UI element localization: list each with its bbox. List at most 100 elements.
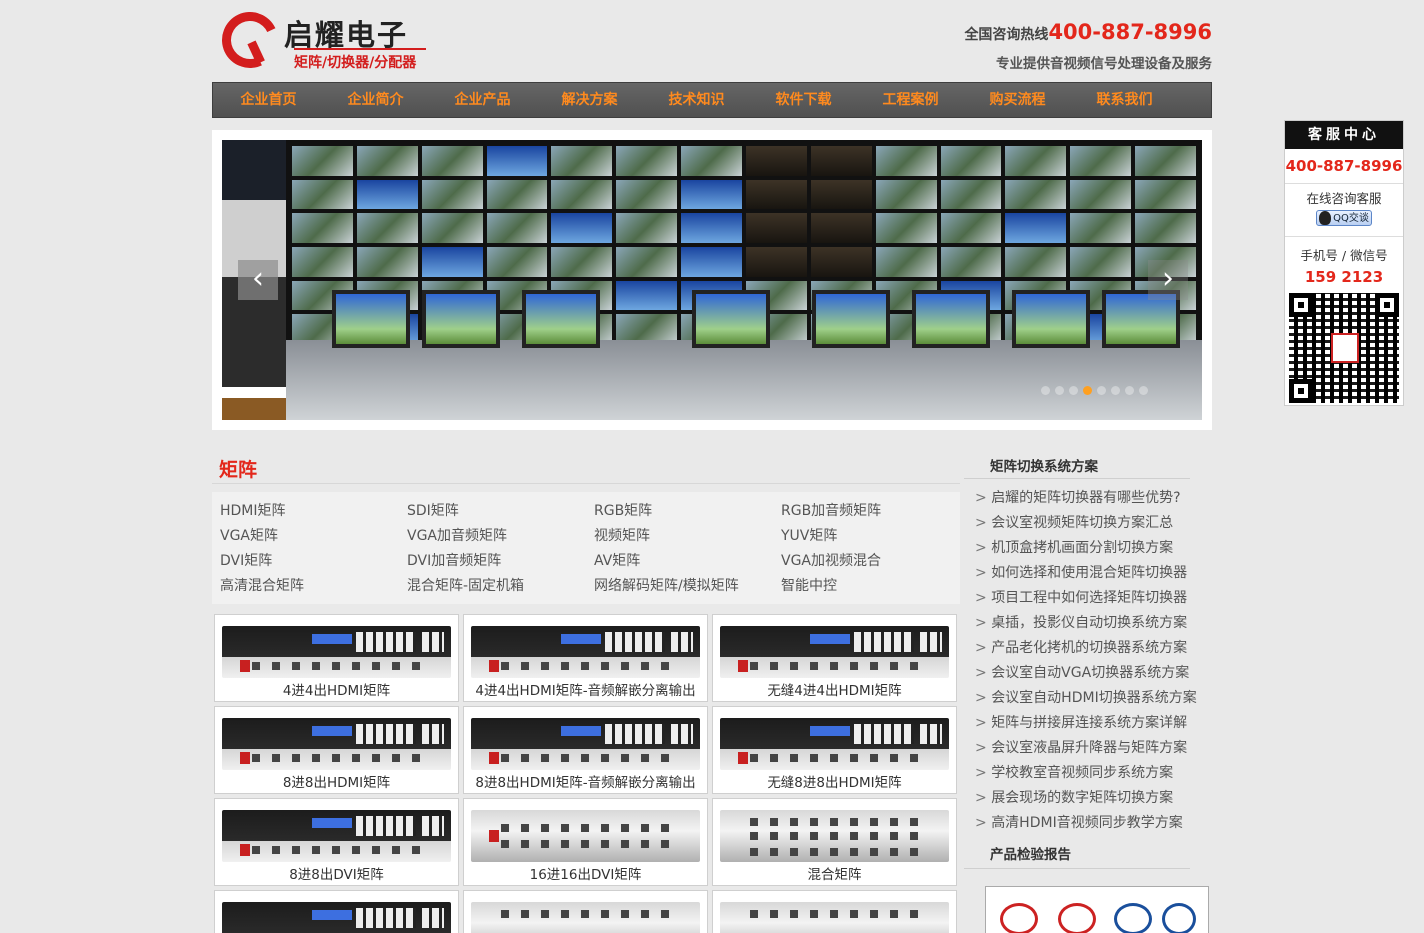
nav-item-knowledge[interactable]: 技术知识 xyxy=(643,83,750,117)
solution-link[interactable]: 会议室视频矩阵切换方案汇总 xyxy=(975,511,1197,536)
product-card[interactable]: 混合矩阵 xyxy=(712,798,957,886)
desk-monitor xyxy=(422,290,500,348)
slider-dot[interactable] xyxy=(1111,386,1120,395)
product-card[interactable]: 8进8出HDMI矩阵 xyxy=(214,706,459,794)
site-logo[interactable]: 启耀电子 矩阵/切换器/分配器 xyxy=(214,4,426,76)
ilac-mra-seal-icon xyxy=(1114,903,1152,933)
slider-dot[interactable] xyxy=(1097,386,1106,395)
solution-link[interactable]: 学校教室音视频同步系统方案 xyxy=(975,761,1197,786)
product-name: 8进8出DVI矩阵 xyxy=(289,867,384,883)
product-grid: 4进4出HDMI矩阵 4进4出HDMI矩阵-音频解嵌分离输出 无缝4进4出HDM… xyxy=(214,614,957,933)
product-card[interactable]: 无缝8进8出HDMI矩阵 xyxy=(712,706,957,794)
solution-link[interactable]: 会议室自动HDMI切换器系统方案 xyxy=(975,686,1197,711)
category-link[interactable]: 视频矩阵 xyxy=(594,527,781,546)
online-consult: 在线咨询客服 QQ交谈 xyxy=(1285,184,1403,226)
qr-finder-icon xyxy=(1375,293,1399,317)
category-link[interactable]: YUV矩阵 xyxy=(781,527,961,546)
slider-dot[interactable] xyxy=(1139,386,1148,395)
desk-monitor xyxy=(812,290,890,348)
slider-dots xyxy=(1041,386,1148,395)
slider-dot-active[interactable] xyxy=(1083,386,1092,395)
banner-image[interactable]: ‹ › xyxy=(222,140,1202,420)
solution-link[interactable]: 高清HDMI音视频同步教学方案 xyxy=(975,811,1197,836)
nav-item-products[interactable]: 企业产品 xyxy=(429,83,536,117)
control-desk xyxy=(286,340,1202,420)
cal-seal-icon xyxy=(1058,903,1096,933)
solution-link[interactable]: 机顶盒拷机画面分割切换方案 xyxy=(975,536,1197,561)
product-image xyxy=(222,806,451,866)
product-card[interactable]: 4进4出HDMI矩阵-音频解嵌分离输出 xyxy=(463,614,708,702)
mobile-label: 手机号 / 微信号 xyxy=(1285,236,1403,264)
product-card[interactable]: 无缝4进4出HDMI矩阵 xyxy=(712,614,957,702)
nav-item-downloads[interactable]: 软件下载 xyxy=(750,83,857,117)
product-card[interactable] xyxy=(214,890,459,933)
nav-item-about[interactable]: 企业简介 xyxy=(322,83,429,117)
solution-link[interactable]: 项目工程中如何选择矩阵切换器 xyxy=(975,586,1197,611)
service-phone: 400-887-8996 xyxy=(1285,149,1403,184)
product-image xyxy=(471,898,700,933)
category-link[interactable]: RGB矩阵 xyxy=(594,502,781,521)
product-card[interactable] xyxy=(712,890,957,933)
inspection-report-image[interactable] xyxy=(985,886,1209,933)
product-name: 无缝4进4出HDMI矩阵 xyxy=(767,683,902,699)
solution-link[interactable]: 产品老化拷机的切换器系统方案 xyxy=(975,636,1197,661)
banner-previous-slide-edge xyxy=(222,200,286,420)
nav-item-purchase[interactable]: 购买流程 xyxy=(964,83,1071,117)
category-link[interactable]: DVI矩阵 xyxy=(220,552,407,571)
product-card[interactable]: 16进16出DVI矩阵 xyxy=(463,798,708,886)
solution-link[interactable]: 会议室自动VGA切换器系统方案 xyxy=(975,661,1197,686)
solution-link[interactable]: 矩阵与拼接屏连接系统方案详解 xyxy=(975,711,1197,736)
category-grid: HDMI矩阵 SDI矩阵 RGB矩阵 RGB加音频矩阵 VGA矩阵 VGA加音频… xyxy=(220,502,961,596)
category-link[interactable]: SDI矩阵 xyxy=(407,502,594,521)
product-card[interactable] xyxy=(463,890,708,933)
online-consult-label: 在线咨询客服 xyxy=(1306,191,1382,206)
product-image xyxy=(222,898,451,933)
category-link[interactable]: 混合矩阵-固定机箱 xyxy=(407,577,594,596)
product-card[interactable]: 8进8出DVI矩阵 xyxy=(214,798,459,886)
hotline-label: 全国咨询热线 xyxy=(964,27,1049,43)
service-title: 客服中心 xyxy=(1285,121,1403,149)
slider-dot[interactable] xyxy=(1069,386,1078,395)
wechat-qr-code xyxy=(1289,293,1399,403)
solutions-title: 矩阵切换系统方案 xyxy=(990,459,1098,475)
solution-link[interactable]: 会议室液晶屏升降器与矩阵方案 xyxy=(975,736,1197,761)
category-link[interactable]: VGA加视频混合 xyxy=(781,552,961,571)
solution-link[interactable]: 展会现场的数字矩阵切换方案 xyxy=(975,786,1197,811)
product-image xyxy=(471,714,700,774)
product-image xyxy=(222,622,451,682)
category-link[interactable]: 网络解码矩阵/模拟矩阵 xyxy=(594,577,781,596)
desk-monitor xyxy=(1012,290,1090,348)
nav-item-cases[interactable]: 工程案例 xyxy=(857,83,964,117)
slider-dot[interactable] xyxy=(1041,386,1050,395)
category-link[interactable]: 高清混合矩阵 xyxy=(220,577,407,596)
main-nav: 企业首页 企业简介 企业产品 解决方案 技术知识 软件下载 工程案例 购买流程 … xyxy=(212,82,1212,118)
category-link[interactable]: VGA矩阵 xyxy=(220,527,407,546)
desk-monitor xyxy=(522,290,600,348)
product-card[interactable]: 4进4出HDMI矩阵 xyxy=(214,614,459,702)
logo-divider xyxy=(294,48,426,50)
slider-next-arrow-icon[interactable]: › xyxy=(1148,260,1188,300)
category-link[interactable]: RGB加音频矩阵 xyxy=(781,502,961,521)
slider-dot[interactable] xyxy=(1055,386,1064,395)
solution-link[interactable]: 桌插，投影仪自动切换系统方案 xyxy=(975,611,1197,636)
category-link[interactable]: 智能中控 xyxy=(781,577,961,596)
product-name: 8进8出HDMI矩阵-音频解嵌分离输出 xyxy=(475,775,696,791)
solution-link[interactable]: 如何选择和使用混合矩阵切换器 xyxy=(975,561,1197,586)
nav-item-contact[interactable]: 联系我们 xyxy=(1071,83,1178,117)
report-title: 产品检验报告 xyxy=(990,847,1071,863)
slider-prev-arrow-icon[interactable]: ‹ xyxy=(238,260,278,300)
category-link[interactable]: DVI加音频矩阵 xyxy=(407,552,594,571)
nav-item-solutions[interactable]: 解决方案 xyxy=(536,83,643,117)
solutions-divider xyxy=(964,478,1190,479)
slider-dot[interactable] xyxy=(1125,386,1134,395)
category-link[interactable]: VGA加音频矩阵 xyxy=(407,527,594,546)
category-link[interactable]: HDMI矩阵 xyxy=(220,502,407,521)
section-title: 矩阵 xyxy=(219,459,258,481)
nav-item-home[interactable]: 企业首页 xyxy=(215,83,322,117)
product-name: 混合矩阵 xyxy=(807,867,862,883)
solution-link[interactable]: 启耀的矩阵切换器有哪些优势? xyxy=(975,486,1197,511)
category-link[interactable]: AV矩阵 xyxy=(594,552,781,571)
product-card[interactable]: 8进8出HDMI矩阵-音频解嵌分离输出 xyxy=(463,706,708,794)
qq-chat-button[interactable]: QQ交谈 xyxy=(1316,210,1372,226)
header-slogan: 专业提供音视频信号处理设备及服务 xyxy=(996,56,1212,72)
